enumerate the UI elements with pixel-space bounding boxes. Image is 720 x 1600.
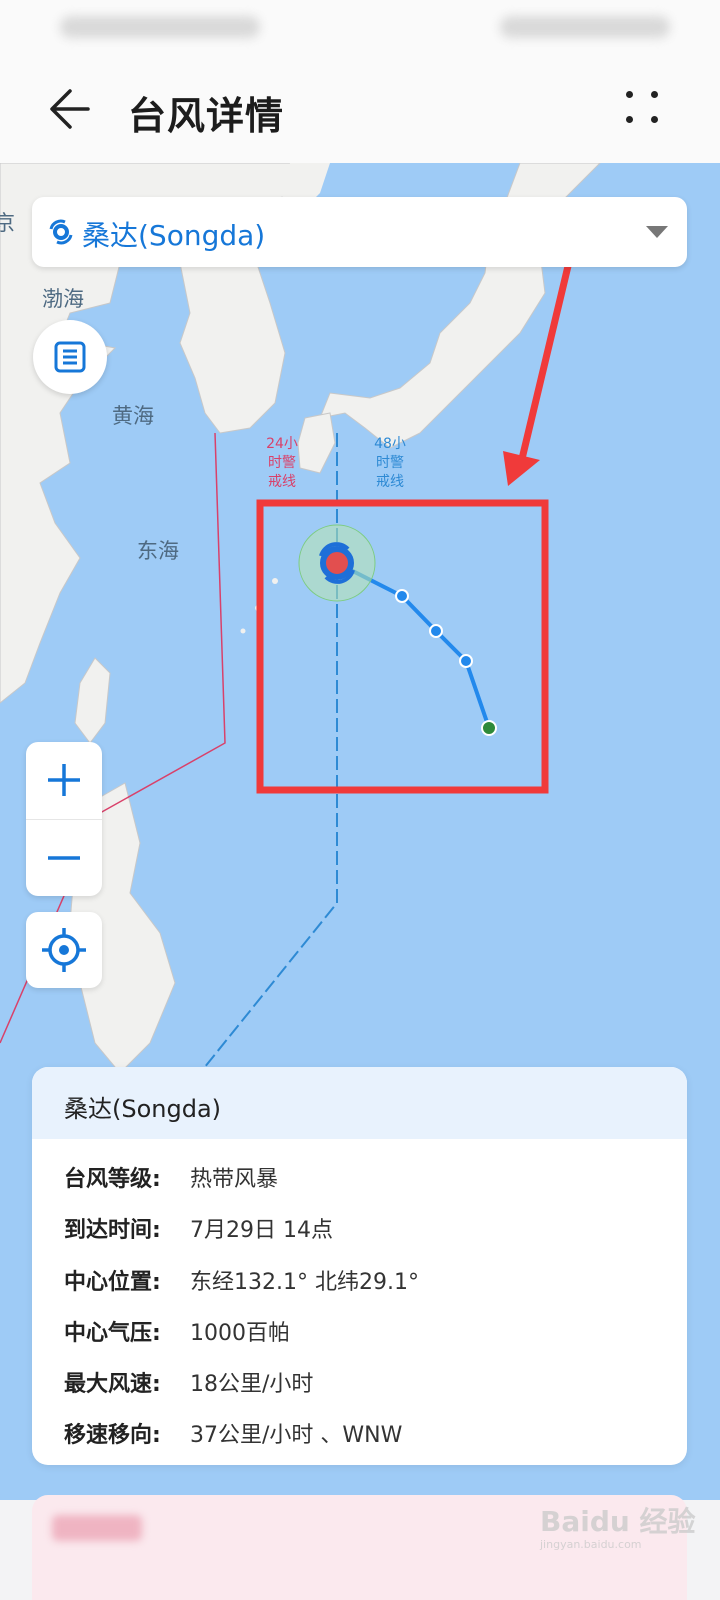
landmass-korea (179, 242, 286, 434)
caret-down-icon (646, 226, 668, 238)
back-arrow-icon (50, 89, 90, 129)
label-donghai: 东海 (137, 539, 179, 563)
typhoon-selector[interactable]: 桑达(Songda) (32, 197, 687, 267)
typhoon-info-card: 桑达(Songda) 台风等级: 热带风暴 到达时间: 7月29日 14点 中心… (32, 1067, 687, 1465)
info-key: 中心位置: (64, 1270, 161, 1295)
zoom-out-button[interactable] (26, 820, 102, 896)
label-bohai: 渤海 (42, 287, 84, 311)
app-header: 台风详情 (0, 55, 720, 163)
more-button[interactable] (620, 83, 676, 139)
label-edge-city: 京 (0, 211, 15, 235)
list-icon (54, 341, 86, 373)
label-warning-48h: 48小时警戒线 (374, 436, 406, 490)
minus-icon (48, 856, 80, 860)
info-key: 移速移向: (64, 1423, 161, 1448)
info-value: 热带风暴 (190, 1167, 279, 1192)
typhoon-name: 桑达(Songda) (82, 219, 266, 252)
status-bar (0, 0, 720, 55)
typhoon-list-button[interactable] (33, 320, 107, 394)
info-key: 最大风速: (64, 1372, 161, 1397)
typhoon-icon (49, 219, 73, 245)
track-point (459, 654, 473, 668)
warning-line-48h (199, 433, 338, 1074)
blurred-text (52, 1515, 142, 1541)
track-point (429, 624, 443, 638)
page-title: 台风详情 (128, 94, 285, 138)
watermark-brand: Baidu 经验 (540, 1505, 696, 1538)
label-warning-24h: 24小时警戒线 (266, 436, 298, 490)
info-key: 到达时间: (64, 1218, 161, 1243)
landmass-taiwan (74, 657, 111, 744)
info-key: 中心气压: (64, 1321, 161, 1346)
status-left-blurred (60, 16, 260, 38)
info-value: 18公里/小时 (190, 1372, 314, 1397)
annotation-arrow-head (503, 451, 540, 486)
track-point (395, 589, 409, 603)
baidu-watermark: Baidu 经验 jingyan.baidu.com (540, 1500, 710, 1560)
status-right-blurred (500, 16, 670, 38)
crosshair-icon (42, 928, 86, 972)
info-key: 台风等级: (64, 1167, 161, 1192)
track-point-origin (481, 720, 497, 736)
watermark-url: jingyan.baidu.com (540, 1538, 642, 1551)
info-value: 7月29日 14点 (190, 1218, 333, 1243)
back-button[interactable] (40, 77, 104, 141)
info-card-title: 桑达(Songda) (64, 1095, 222, 1123)
zoom-controls (26, 742, 102, 896)
info-value: 1000百帕 (190, 1321, 290, 1346)
plus-icon (48, 764, 80, 796)
landmass-kyushu (297, 412, 336, 474)
info-value: 37公里/小时 、WNW (190, 1423, 403, 1448)
info-value: 东经132.1° 北纬29.1° (190, 1270, 419, 1295)
label-huanghai: 黄海 (112, 404, 154, 428)
zoom-in-button[interactable] (26, 742, 102, 818)
locate-button[interactable] (26, 912, 102, 988)
